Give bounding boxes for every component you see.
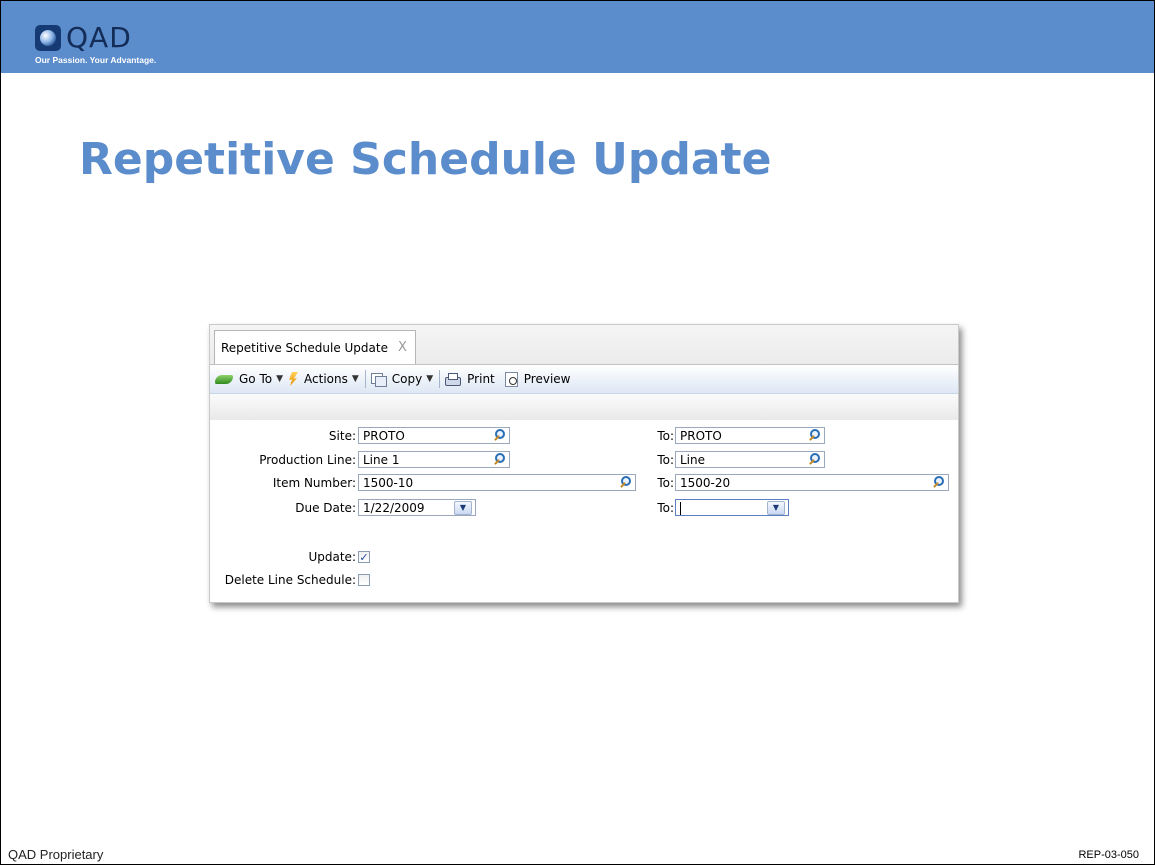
- to-label: To:: [657, 501, 674, 515]
- tab-bar: Repetitive Schedule Update X: [210, 325, 958, 365]
- qad-logo-icon: [35, 25, 61, 51]
- dropdown-arrow-icon: ▼: [426, 374, 434, 384]
- goto-button[interactable]: Go To ▼: [215, 372, 283, 386]
- logo-tagline: Our Passion. Your Advantage.: [35, 55, 157, 65]
- production-line-from-value: Line 1: [363, 453, 400, 467]
- copy-button[interactable]: Copy ▼: [370, 372, 434, 387]
- update-checkbox[interactable]: ✓: [358, 551, 370, 563]
- due-date-from-field[interactable]: 1/22/2009 ▼: [358, 499, 476, 516]
- dropdown-button-icon[interactable]: ▼: [454, 501, 472, 515]
- toolbar-separator: [364, 370, 366, 388]
- lookup-icon[interactable]: [807, 428, 821, 442]
- preview-button[interactable]: Preview: [504, 371, 571, 387]
- toolbar: Go To ▼ Actions ▼ Copy ▼ Print Preview: [210, 365, 958, 394]
- text-cursor: [680, 502, 681, 515]
- close-icon[interactable]: X: [398, 340, 407, 355]
- dropdown-button-icon[interactable]: ▼: [767, 501, 785, 515]
- production-line-from-field[interactable]: Line 1: [358, 451, 510, 468]
- dropdown-arrow-icon: ▼: [276, 374, 284, 384]
- production-line-label: Production Line:: [259, 453, 356, 467]
- actions-label: Actions: [304, 372, 348, 386]
- footer-slide-code: REP-03-050: [1078, 849, 1139, 861]
- lookup-icon[interactable]: [492, 452, 506, 466]
- copy-label: Copy: [391, 372, 423, 386]
- form-header-band: [210, 394, 958, 420]
- app-window: Repetitive Schedule Update X Go To ▼ Act…: [209, 324, 959, 603]
- update-label: Update:: [308, 550, 356, 564]
- header-bar: QAD Our Passion. Your Advantage.: [1, 1, 1154, 73]
- dropdown-arrow-icon: ▼: [351, 374, 359, 384]
- goto-label: Go To: [239, 372, 273, 386]
- to-label: To:: [657, 453, 674, 467]
- qad-logo: QAD Our Passion. Your Advantage.: [35, 21, 185, 69]
- item-number-from-value: 1500-10: [363, 476, 414, 490]
- lookup-icon[interactable]: [807, 452, 821, 466]
- production-line-to-value: Line: [680, 453, 706, 467]
- site-from-field[interactable]: PROTO: [358, 427, 510, 444]
- print-label: Print: [467, 372, 495, 386]
- item-number-to-field[interactable]: 1500-20: [675, 474, 949, 491]
- item-number-from-field[interactable]: 1500-10: [358, 474, 636, 491]
- footer-proprietary: QAD Proprietary: [8, 847, 104, 862]
- preview-icon: [504, 371, 518, 387]
- lookup-icon[interactable]: [931, 475, 945, 489]
- delete-line-schedule-checkbox[interactable]: [358, 574, 370, 586]
- production-line-to-field[interactable]: Line: [675, 451, 825, 468]
- lookup-icon[interactable]: [492, 428, 506, 442]
- copy-icon: [370, 372, 387, 387]
- item-number-label: Item Number:: [272, 476, 356, 490]
- due-date-to-field[interactable]: ▼: [675, 499, 789, 516]
- actions-button[interactable]: Actions ▼: [288, 372, 359, 386]
- toolbar-separator: [439, 370, 441, 388]
- preview-label: Preview: [523, 372, 571, 386]
- due-date-from-value: 1/22/2009: [363, 501, 425, 515]
- go-arrow-icon: [215, 374, 233, 384]
- tab-repetitive-schedule-update[interactable]: Repetitive Schedule Update X: [214, 330, 416, 364]
- delete-line-schedule-label: Delete Line Schedule:: [224, 573, 356, 587]
- printer-icon: [445, 372, 462, 386]
- tab-label: Repetitive Schedule Update: [221, 340, 388, 355]
- lightning-icon: [289, 372, 299, 386]
- due-date-label: Due Date:: [295, 501, 356, 515]
- site-label: Site:: [328, 429, 356, 443]
- logo-text: QAD: [66, 21, 132, 54]
- to-label: To:: [657, 429, 674, 443]
- item-number-to-value: 1500-20: [680, 476, 731, 490]
- site-from-value: PROTO: [363, 429, 405, 443]
- to-label: To:: [657, 476, 674, 490]
- site-to-field[interactable]: PROTO: [675, 427, 825, 444]
- site-to-value: PROTO: [680, 429, 722, 443]
- print-button[interactable]: Print: [445, 372, 495, 386]
- page-title: Repetitive Schedule Update: [79, 134, 772, 185]
